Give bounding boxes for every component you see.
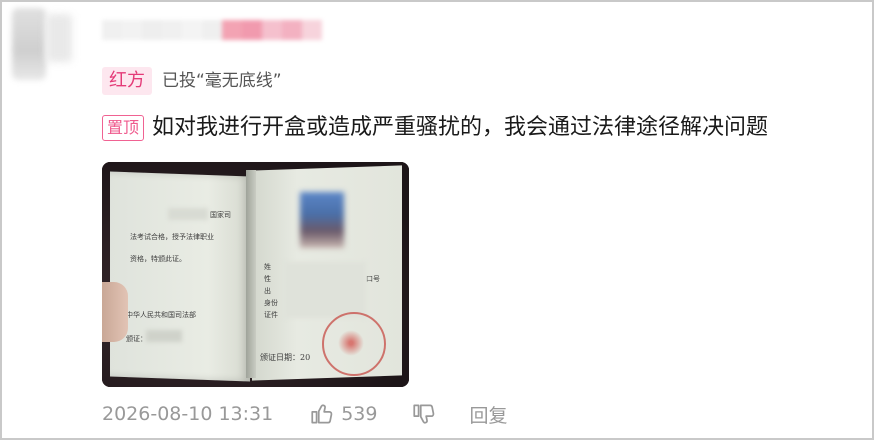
comment-content: 置顶 如对我进行开盒或造成严重骚扰的，我会通过法律途径解决问题 <box>102 113 768 143</box>
redacted-area <box>284 262 366 318</box>
comment-text: 如对我进行开盒或造成严重骚扰的，我会通过法律途径解决问题 <box>152 115 769 140</box>
like-button[interactable]: 539 <box>309 401 377 427</box>
certificate-text: 身份 <box>264 299 278 307</box>
side-tag: 红方 <box>102 67 152 95</box>
vote-row: 红方 已投“毫无底线” <box>102 66 282 96</box>
user-name-redacted[interactable] <box>102 20 322 40</box>
thumb-holding-book <box>102 282 128 342</box>
certificate-text: 颁证日期：20 <box>260 353 311 362</box>
certificate-spine <box>246 170 256 378</box>
reply-button[interactable]: 回复 <box>469 401 507 428</box>
seal-emblem <box>338 330 364 356</box>
certificate-photo[interactable]: 国家司 法考试合格，授予法律职业 资格，特颁此证。 中华人民共和国司法部 颁证：… <box>102 162 409 387</box>
vote-text: 已投“毫无底线” <box>162 71 282 91</box>
certificate-text: 中华人民共和国司法部 <box>126 311 196 319</box>
comment-card: 红方 已投“毫无底线” 置顶 如对我进行开盒或造成严重骚扰的，我会通过法律途径解… <box>0 0 874 440</box>
certificate-text: 姓 <box>264 263 271 271</box>
user-avatar[interactable] <box>12 8 46 80</box>
redacted-area <box>168 208 208 220</box>
certificate-text: 颁证： <box>126 335 147 343</box>
certificate-text: 证件 <box>264 311 278 319</box>
certificate-text: 资格，特颁此证。 <box>130 255 186 263</box>
thumbs-down-icon <box>413 404 435 424</box>
like-count: 539 <box>341 403 378 425</box>
certificate-text: 国家司 <box>210 211 231 219</box>
certificate-text: 口号 <box>366 275 380 283</box>
redacted-area <box>146 330 182 342</box>
certificate-text: 性 <box>264 275 271 283</box>
dislike-button[interactable] <box>411 401 437 427</box>
avatar-blur-overlay <box>46 14 72 62</box>
id-portrait-blurred <box>300 192 344 248</box>
certificate-text: 出 <box>264 287 271 295</box>
certificate-left-page <box>110 171 250 382</box>
certificate-text: 法考试合格，授予法律职业 <box>130 233 214 241</box>
pinned-badge: 置顶 <box>102 115 145 141</box>
comment-date: 2026-08-10 13:31 <box>102 403 274 425</box>
comment-meta: 2026-08-10 13:31 539 回复 <box>102 400 508 428</box>
thumbs-up-icon <box>311 404 333 424</box>
